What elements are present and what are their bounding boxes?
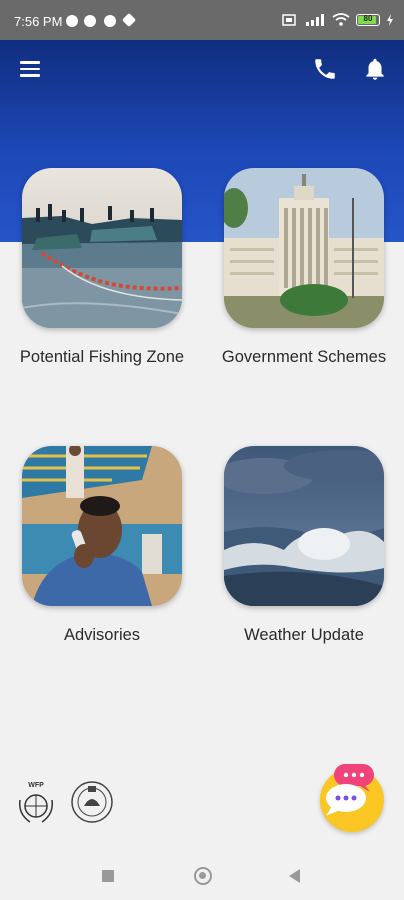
weather-update-tile[interactable] (224, 446, 384, 606)
svg-text:WFP: WFP (28, 782, 44, 789)
back-button[interactable] (289, 869, 300, 883)
notification-f-icon (104, 15, 116, 27)
settings-gear-icon (121, 12, 137, 28)
notification-f-icon (84, 15, 96, 27)
fishing-boats-nets-photo (22, 168, 182, 328)
wfp-logo: WFP (18, 782, 54, 823)
hamburger-menu-icon[interactable] (20, 61, 40, 77)
phone-icon[interactable] (312, 56, 338, 82)
system-navigation-bar (0, 852, 404, 900)
tile-label-potential-fishing-zone: Potential Fishing Zone (19, 348, 185, 366)
battery-icon: 80 (356, 13, 380, 26)
advisories-tile[interactable] (22, 446, 182, 606)
fisherman-on-phone-photo (22, 446, 182, 606)
tile-label-government-schemes: Government Schemes (221, 348, 387, 366)
status-bar: 7:56 PM 80 (0, 0, 404, 40)
government-schemes-tile[interactable] (224, 168, 384, 328)
bell-icon[interactable] (362, 56, 388, 82)
odisha-govt-emblem (71, 781, 113, 823)
charging-icon (387, 13, 393, 26)
potential-fishing-zone-tile[interactable] (22, 168, 182, 328)
partner-logos: WFP (14, 778, 114, 826)
tile-label-advisories: Advisories (63, 626, 141, 644)
sim-card-icon (282, 13, 296, 26)
wifi-icon (332, 13, 350, 26)
government-building-photo (224, 168, 384, 328)
alarm-icon (66, 15, 78, 27)
status-time: 7:56 PM (14, 14, 63, 29)
home-button[interactable] (194, 867, 212, 885)
tile-label-weather-update: Weather Update (244, 626, 364, 644)
chat-bubbles-icon[interactable] (320, 764, 384, 832)
signal-icon (306, 13, 324, 26)
recents-button[interactable] (102, 870, 114, 882)
stormy-sea-waves-photo (224, 446, 384, 606)
